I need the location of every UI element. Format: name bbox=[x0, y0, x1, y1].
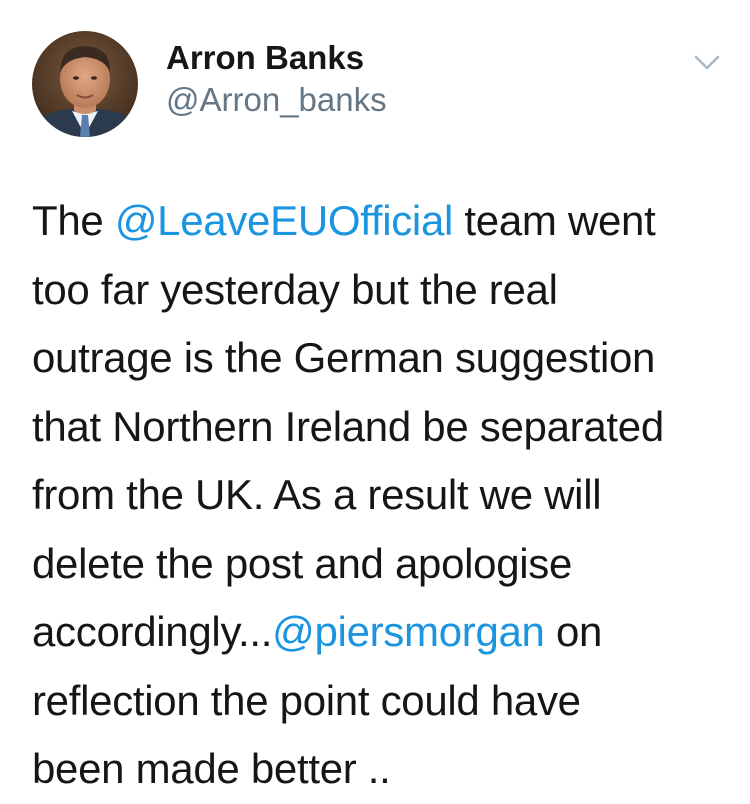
tweet-line: too far yesterday but the real bbox=[32, 256, 732, 325]
tweet-text-segment: reflection the point could have bbox=[32, 676, 581, 724]
tweet-line: reflection the point could have bbox=[32, 667, 732, 736]
tweet-line: that Northern Ireland be separated bbox=[32, 393, 732, 462]
tweet-text-segment: The bbox=[32, 197, 115, 244]
tweet-line: outrage is the German suggestion bbox=[32, 324, 732, 393]
tweet-text-segment: accordingly... bbox=[32, 608, 273, 655]
tweet-line: been made better .. bbox=[32, 735, 732, 804]
tweet-text-segment: on bbox=[544, 608, 603, 655]
profile-photo-icon bbox=[32, 31, 138, 137]
tweet-text-segment: from the UK. As a result we will bbox=[32, 471, 602, 518]
tweet-text: The @LeaveEUOfficial team went too far ye… bbox=[32, 187, 732, 804]
tweet-text-segment: that Northern Ireland be separated bbox=[32, 402, 664, 450]
chevron-down-icon[interactable] bbox=[690, 48, 724, 76]
author-name[interactable]: Arron Banks bbox=[166, 38, 364, 78]
tweet-text-segment: been made better .. bbox=[32, 745, 391, 792]
tweet-card: Arron Banks @Arron_banks The @LeaveEUOff… bbox=[0, 0, 750, 796]
avatar[interactable] bbox=[32, 31, 138, 137]
tweet-line: from the UK. As a result we will bbox=[32, 461, 732, 530]
tweet-text-segment: outrage is the German suggestion bbox=[32, 334, 656, 381]
tweet-text-segment: team went bbox=[453, 197, 656, 244]
mention-link[interactable]: @LeaveEUOfficial bbox=[115, 197, 454, 244]
author-handle[interactable]: @Arron_banks bbox=[166, 80, 387, 120]
tweet-line: accordingly...@piersmorgan on bbox=[32, 598, 732, 667]
tweet-line: The @LeaveEUOfficial team went bbox=[32, 187, 732, 256]
tweet-text-segment: delete the post and apologise bbox=[32, 539, 573, 587]
tweet-text-segment: too far yesterday but the real bbox=[32, 265, 558, 313]
mention-link[interactable]: @piersmorgan bbox=[272, 608, 545, 655]
tweet-line: delete the post and apologise bbox=[32, 530, 732, 599]
